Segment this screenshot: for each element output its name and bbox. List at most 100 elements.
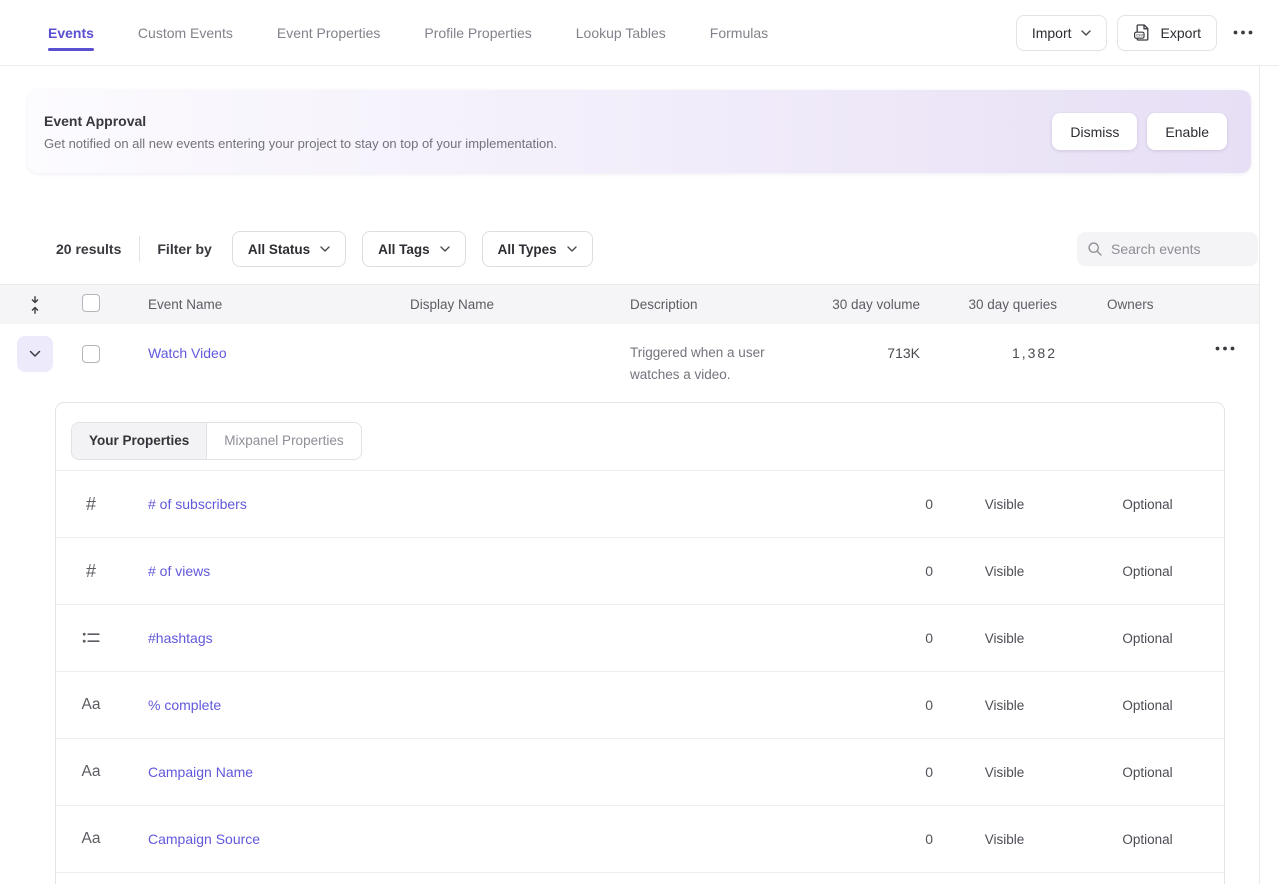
property-row: #hashtags 0 Visible Optional — [56, 605, 1224, 672]
property-visibility: Visible — [933, 832, 1076, 847]
banner-description: Get notified on all new events entering … — [44, 136, 557, 151]
row-more-options-button[interactable] — [1209, 340, 1241, 357]
row-checkbox-cell — [66, 336, 136, 368]
event-row-watch-video: Watch Video Triggered when a user watche… — [0, 324, 1259, 386]
import-button[interactable]: Import — [1016, 15, 1107, 51]
property-row: # # of subscribers 0 Visible Optional — [56, 471, 1224, 538]
row-checkbox[interactable] — [82, 345, 100, 363]
ellipsis-icon — [1215, 346, 1235, 351]
select-all-cell — [66, 294, 136, 315]
text-type-icon: Aa — [56, 696, 126, 714]
dismiss-button[interactable]: Dismiss — [1052, 113, 1137, 150]
chevron-down-icon — [29, 350, 41, 358]
properties-segmented-control: Your Properties Mixpanel Properties — [71, 422, 362, 460]
collapse-all-cell — [0, 296, 66, 314]
description-cell: Triggered when a user watches a video. — [618, 336, 808, 386]
tab-mixpanel-properties[interactable]: Mixpanel Properties — [207, 423, 360, 459]
column-owners: Owners — [1057, 297, 1259, 312]
tab-lookup-tables[interactable]: Lookup Tables — [576, 0, 666, 65]
search-icon — [1087, 241, 1103, 257]
event-name-link[interactable]: Watch Video — [148, 345, 227, 361]
property-link[interactable]: % complete — [126, 697, 813, 713]
property-link[interactable]: #hashtags — [126, 630, 813, 646]
property-visibility: Visible — [933, 698, 1076, 713]
property-visibility: Visible — [933, 631, 1076, 646]
results-count: 20 results — [56, 241, 121, 257]
search-events-input[interactable] — [1111, 241, 1248, 257]
property-link[interactable]: # of subscribers — [126, 496, 813, 512]
types-filter-label: All Types — [498, 242, 557, 257]
property-count: 0 — [813, 764, 933, 780]
search-events-box — [1077, 232, 1258, 266]
status-filter-dropdown[interactable]: All Status — [232, 231, 346, 267]
volume-30d-value: 713K — [808, 345, 920, 361]
tags-filter-label: All Tags — [378, 242, 430, 257]
property-link[interactable]: Campaign Source — [126, 831, 813, 847]
chevron-down-icon — [1081, 30, 1091, 36]
types-filter-dropdown[interactable]: All Types — [482, 231, 593, 267]
column-description: Description — [618, 297, 808, 312]
property-row: Aa Campaign Name 0 Visible Optional — [56, 739, 1224, 806]
property-requirement: Optional — [1076, 497, 1219, 512]
property-requirement: Optional — [1076, 765, 1219, 780]
nav-tabs: Events Custom Events Event Properties Pr… — [48, 0, 768, 65]
property-visibility: Visible — [933, 765, 1076, 780]
event-properties-panel: Your Properties Mixpanel Properties # # … — [55, 402, 1225, 884]
filter-by-label: Filter by — [157, 241, 211, 257]
column-30-day-volume: 30 day volume — [808, 297, 920, 312]
tab-events[interactable]: Events — [48, 0, 94, 65]
collapse-all-icon[interactable] — [29, 296, 41, 314]
text-type-icon: Aa — [56, 830, 126, 848]
select-all-checkbox[interactable] — [82, 294, 100, 312]
number-type-icon: # — [56, 561, 126, 582]
property-count: 0 — [813, 630, 933, 646]
property-count: 0 — [813, 697, 933, 713]
property-count: 0 — [813, 496, 933, 512]
top-nav: Events Custom Events Event Properties Pr… — [0, 0, 1279, 66]
property-visibility: Visible — [933, 564, 1076, 579]
nav-actions: Import csv Export — [1016, 15, 1259, 51]
property-row: # # of views 0 Visible Optional — [56, 538, 1224, 605]
tab-custom-events[interactable]: Custom Events — [138, 0, 233, 65]
csv-file-icon: csv — [1133, 23, 1152, 42]
queries-30d-value: 1,382 — [920, 345, 1057, 361]
property-requirement: Optional — [1076, 631, 1219, 646]
tab-formulas[interactable]: Formulas — [710, 0, 768, 65]
tab-event-properties[interactable]: Event Properties — [277, 0, 381, 65]
chevron-down-icon — [440, 246, 450, 252]
events-table-header: Event Name Display Name Description 30 d… — [0, 284, 1259, 324]
scrollbar-gutter[interactable] — [1259, 66, 1279, 884]
banner-text: Event Approval Get notified on all new e… — [44, 113, 557, 151]
property-link[interactable]: Campaign Name — [126, 764, 813, 780]
column-event-name: Event Name — [136, 297, 398, 312]
enable-button[interactable]: Enable — [1147, 113, 1227, 150]
event-approval-banner: Event Approval Get notified on all new e… — [28, 90, 1251, 173]
number-type-icon: # — [56, 494, 126, 515]
more-options-button[interactable] — [1227, 24, 1259, 41]
svg-text:csv: csv — [1136, 33, 1144, 38]
column-30-day-queries: 30 day queries — [920, 297, 1057, 312]
ellipsis-icon — [1233, 30, 1253, 35]
export-button[interactable]: csv Export — [1117, 15, 1217, 51]
property-link[interactable]: # of views — [126, 563, 813, 579]
property-requirement: Optional — [1076, 698, 1219, 713]
import-button-label: Import — [1032, 25, 1072, 41]
list-type-icon — [56, 631, 126, 645]
tags-filter-dropdown[interactable]: All Tags — [362, 231, 466, 267]
property-count: 0 — [813, 563, 933, 579]
divider — [139, 236, 140, 262]
properties-tabs: Your Properties Mixpanel Properties — [56, 403, 1224, 471]
collapse-row-button[interactable] — [17, 336, 53, 372]
property-row: Aa % complete 0 Visible Optional — [56, 672, 1224, 739]
owners-cell — [1057, 340, 1259, 357]
tab-profile-properties[interactable]: Profile Properties — [424, 0, 531, 65]
filter-bar: 20 results Filter by All Status All Tags… — [56, 231, 1258, 267]
text-type-icon: Aa — [56, 763, 126, 781]
property-visibility: Visible — [933, 497, 1076, 512]
column-display-name: Display Name — [398, 297, 618, 312]
property-row: Aa Campaign Source 0 Visible Optional — [56, 806, 1224, 873]
property-requirement: Optional — [1076, 564, 1219, 579]
tab-your-properties[interactable]: Your Properties — [72, 423, 207, 459]
expander-cell — [0, 336, 66, 372]
chevron-down-icon — [320, 246, 330, 252]
